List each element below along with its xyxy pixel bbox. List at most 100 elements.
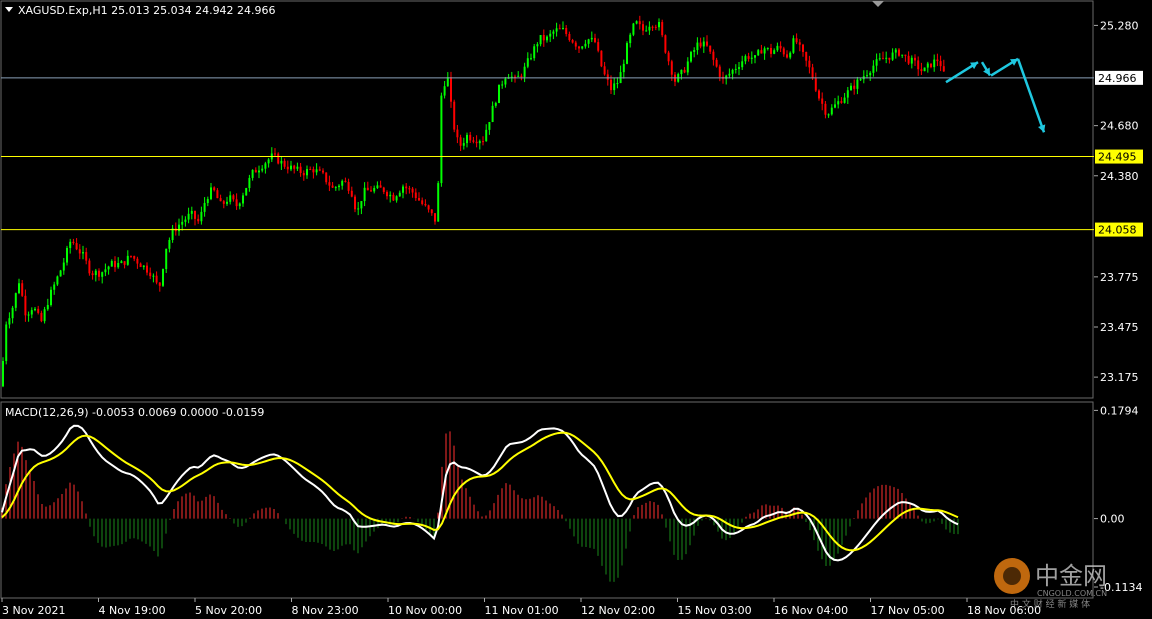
candle-body — [69, 241, 72, 248]
candle-body — [888, 57, 891, 60]
candle-body — [302, 173, 305, 176]
candle-body — [523, 66, 526, 77]
candle-body — [936, 59, 939, 62]
candle-body — [171, 228, 174, 241]
symbol-menu-icon[interactable] — [5, 7, 13, 12]
candle-body — [869, 72, 872, 76]
candle-body — [232, 195, 235, 200]
candle-body — [635, 21, 638, 24]
candle-body — [910, 57, 913, 64]
macd-tick-label: 0.1794 — [1100, 404, 1139, 417]
candle-body — [933, 59, 936, 68]
candle-body — [37, 308, 40, 313]
candle-body — [459, 137, 462, 146]
candle-body — [446, 77, 449, 87]
candle-body — [818, 90, 820, 99]
candle-body — [398, 192, 401, 197]
candle-body — [18, 283, 20, 294]
candle-body — [158, 282, 161, 286]
candle-body — [622, 63, 625, 73]
candle-body — [581, 46, 584, 49]
candle-body — [2, 360, 4, 387]
candle-body — [702, 41, 705, 47]
candle-body — [718, 66, 721, 77]
candle-body — [728, 73, 731, 76]
candle-body — [904, 54, 907, 56]
candle-body — [114, 261, 116, 268]
chart-canvas[interactable]: 24.966 24.495 24.058 25.280 24.680 24.380 23.… — [0, 0, 1152, 619]
candle-body — [613, 83, 616, 91]
candle-body — [520, 75, 523, 77]
candle-body — [66, 247, 68, 263]
time-tick-label: 11 Nov 01:00 — [485, 604, 559, 617]
price-tick-label: 23.175 — [1100, 371, 1139, 384]
candle-body — [200, 211, 203, 222]
candle-body — [130, 255, 132, 257]
candle-body — [821, 98, 824, 104]
candle-body — [802, 44, 804, 52]
candle-body — [942, 66, 945, 72]
candle-body — [40, 312, 43, 322]
candle-body — [315, 169, 318, 173]
candle-body — [805, 51, 808, 61]
candle-body — [418, 198, 420, 201]
candle-body — [779, 45, 782, 49]
candle-body — [149, 272, 152, 277]
candle-body — [920, 69, 923, 72]
candle-body — [770, 47, 772, 54]
time-tick-label: 3 Nov 2021 — [2, 604, 65, 617]
candlestick-series — [2, 15, 945, 388]
macd-signal-line — [1, 431, 959, 552]
candle-body — [328, 182, 331, 186]
candle-body — [334, 187, 337, 189]
candle-body — [306, 169, 308, 176]
chart-shift-marker-icon[interactable] — [872, 1, 884, 7]
price-tick-label: 24.380 — [1100, 170, 1139, 183]
candle-body — [901, 54, 904, 56]
candle-body — [590, 37, 593, 40]
forecast-arrows — [945, 57, 1046, 133]
candle-body — [357, 208, 360, 210]
level-tag-label: 24.495 — [1098, 151, 1137, 164]
candle-body — [517, 75, 520, 77]
candle-body — [587, 39, 590, 44]
candle-body — [264, 163, 267, 169]
candle-body — [539, 35, 542, 45]
candle-body — [603, 66, 606, 75]
candle-body — [245, 188, 248, 196]
candle-body — [338, 185, 340, 188]
level-tag-label: 24.058 — [1098, 224, 1137, 237]
candle-body — [680, 69, 683, 75]
candle-body — [930, 63, 932, 68]
candle-body — [430, 209, 433, 214]
candle-body — [699, 42, 702, 47]
candle-body — [856, 79, 859, 89]
time-tick-label: 5 Nov 20:00 — [195, 604, 262, 617]
candle-body — [366, 187, 369, 191]
candle-body — [670, 61, 673, 75]
candle-body — [210, 187, 212, 200]
candle-body — [213, 187, 216, 191]
candle-body — [424, 203, 427, 206]
candle-body — [165, 248, 168, 270]
candle-body — [792, 38, 795, 53]
candle-body — [731, 69, 734, 74]
candle-body — [939, 61, 942, 67]
svg-text:CNGOLD.COM.CN: CNGOLD.COM.CN — [1037, 589, 1107, 598]
candle-body — [443, 86, 446, 96]
candle-body — [162, 269, 164, 286]
candle-body — [392, 194, 395, 201]
candle-body — [152, 275, 155, 277]
time-tick-label: 10 Nov 00:00 — [388, 604, 462, 617]
candle-body — [421, 200, 424, 204]
candle-body — [683, 69, 686, 73]
candle-body — [715, 59, 718, 67]
candle-body — [558, 28, 561, 30]
candle-body — [290, 165, 292, 170]
candle-body — [834, 104, 836, 108]
candle-body — [11, 307, 14, 319]
candle-body — [267, 159, 270, 164]
candle-body — [533, 46, 536, 59]
candle-body — [578, 46, 580, 49]
candle-body — [747, 56, 750, 59]
